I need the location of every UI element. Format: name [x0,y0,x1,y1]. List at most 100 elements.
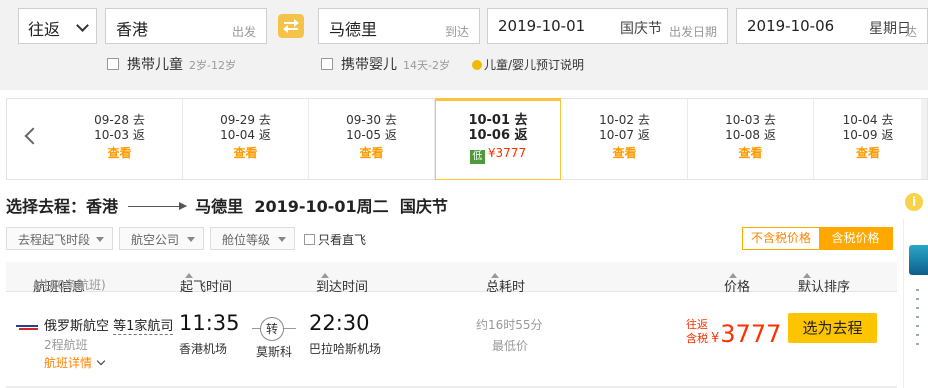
depart-time-filter[interactable]: 去程起飞时段 [6,227,113,250]
flight-list-header: 航班信息 (共50条航班) 起飞时间 到达时间 总耗时 价格 默认排序 [6,262,897,295]
route-destination: 马德里 [195,197,244,216]
date-option[interactable]: 10-03 去 10-08 返 查看 [688,99,814,179]
child-option[interactable]: 携带儿童 2岁-12岁 [107,54,236,74]
date-option[interactable]: 09-30 去 10-05 返 查看 [309,99,435,179]
strip-scroll-edge [921,99,927,179]
child-infant-info-link[interactable]: 儿童/婴儿预订说明 [472,56,584,73]
date-price: 低 ¥3777 [436,145,560,164]
depart-time-filter-label: 去程起飞时段 [18,233,91,247]
from-city-value: 香港 [116,20,149,39]
prev-dates-button[interactable] [21,127,42,147]
depart-festival: 国庆节 [620,21,662,37]
infant-option[interactable]: 携带婴儿 14天-2岁 [321,54,450,74]
price-prefix-tax: 含税 [686,332,708,345]
route-festival: 国庆节 [399,197,448,216]
price-prefix-roundtrip: 往返 [686,318,708,331]
tax-excluded-tab[interactable]: 不含税价格 [743,228,819,249]
chevron-down-icon [96,356,106,366]
date-out: 09-29 去 [220,113,271,127]
date-back: 10-06 返 [468,128,528,143]
date-view-link[interactable]: 查看 [814,144,922,162]
date-out: 10-01 去 [468,113,528,128]
return-date-value: 2019-10-06 [747,17,835,35]
infant-label: 携带婴儿 [341,57,397,73]
col-duration[interactable]: 总耗时 [486,269,525,295]
return-date-hint: 达 [904,25,917,39]
to-city-field[interactable]: 马德里 到达 [318,8,480,44]
select-outbound-button[interactable]: 选为去程 [788,313,877,343]
airline-filter-label: 航空公司 [131,233,180,247]
arrow-left-icon [283,25,298,33]
col-sort[interactable]: 默认排序 [798,269,850,295]
date-option[interactable]: 09-28 去 10-03 返 查看 [57,99,183,179]
flight-details-link[interactable]: 航班详情 [44,354,106,371]
col-arrive-time[interactable]: 到达时间 [316,269,368,295]
aeroflot-logo-icon [16,325,38,331]
child-age: 2岁-12岁 [189,59,236,72]
date-out: 10-04 去 [842,113,894,127]
infant-checkbox[interactable] [321,58,333,70]
date-option[interactable]: 10-02 去 10-07 返 查看 [562,99,688,179]
from-city-field[interactable]: 香港 出发 [105,8,267,44]
lowest-price-badge: 低 [469,150,485,164]
date-view-link[interactable]: 查看 [562,144,687,162]
trip-type-select[interactable]: 往返 [18,8,97,44]
swap-cities-icon[interactable] [278,14,304,38]
flight-price-value: 3777 [720,320,782,348]
child-checkbox[interactable] [107,58,119,70]
lowest-price-tag: 最低价 [492,339,529,353]
tip-icon[interactable]: i [905,193,923,211]
arrive-time: 22:30 [309,311,370,335]
direct-only-option[interactable]: 只看直飞 [304,231,366,248]
segment-count: 2程航班 [44,338,88,352]
direct-only-label: 只看直飞 [318,233,367,247]
col-price[interactable]: 价格 [724,269,750,295]
date-price-strip: 09-28 去 10-03 返 查看 09-29 去 10-04 返 查看 09… [6,98,928,180]
date-out: 09-28 去 [94,113,145,127]
price-prefix: 往返 含税 [686,318,708,346]
date-option-selected[interactable]: 10-01 去 10-06 返 低 ¥3777 [435,98,561,180]
airline-name: 俄罗斯航空 等1家航司 [44,315,174,335]
return-date-field[interactable]: 2019-10-06 星期日 达 [736,8,928,44]
child-label: 携带儿童 [127,57,183,73]
currency-symbol: ¥ [711,331,720,346]
date-option[interactable]: 09-29 去 10-04 返 查看 [183,99,309,179]
date-back: 10-03 返 [94,128,145,142]
date-view-link[interactable]: 查看 [57,144,182,162]
direct-only-checkbox[interactable] [304,234,315,245]
search-panel: 往返 香港 出发 马德里 到达 2019-10-01 国庆节 出发日期 2019… [0,0,928,90]
depart-date-field[interactable]: 2019-10-01 国庆节 出发日期 [487,8,728,44]
route-heading: 选择去程：香港 马德里 2019-10-01周二 国庆节 [6,193,448,217]
depart-date-hint: 出发日期 [668,25,717,39]
date-option[interactable]: 10-04 去 10-09 返 查看 [814,99,923,179]
caret-down-icon [278,237,286,242]
date-view-link[interactable]: 查看 [688,144,813,162]
flight-price: ¥3777 [711,320,781,348]
flight-details-label: 航班详情 [44,356,93,370]
airline-filter[interactable]: 航空公司 [119,227,204,250]
tax-included-tab[interactable]: 含税价格 [819,228,892,249]
flight-row: 俄罗斯航空 等1家航司 2程航班 航班详情 11:35 香港机场 转 莫斯科 2… [6,293,897,388]
arrive-airport: 巴拉哈斯机场 [309,342,382,356]
tax-price-toggle: 不含税价格 含税价格 [742,227,893,250]
date-out: 10-02 去 [599,113,650,127]
cabin-filter[interactable]: 舱位等级 [210,227,295,250]
date-back: 10-07 返 [599,128,650,142]
child-infant-info-text: 儿童/婴儿预订说明 [484,58,585,72]
caret-down-icon [96,237,104,242]
chevron-down-icon [76,19,89,32]
transfer-city: 莫斯科 [256,345,293,359]
col-depart-time[interactable]: 起飞时间 [180,269,232,295]
airline-extra[interactable]: 等1家航司 [113,319,174,335]
date-view-link[interactable]: 查看 [309,144,434,162]
route-origin: 选择去程：香港 [6,197,119,216]
to-city-hint: 到达 [444,25,469,39]
date-back: 10-09 返 [842,128,894,142]
date-back: 10-08 返 [725,128,776,142]
transfer-badge: 转 [260,317,284,341]
date-view-link[interactable]: 查看 [183,144,308,162]
to-city-value: 马德里 [329,20,378,39]
airline-name-value: 俄罗斯航空 [44,319,110,334]
date-out: 10-03 去 [725,113,776,127]
ad-thumbnail-icon[interactable] [909,245,928,275]
